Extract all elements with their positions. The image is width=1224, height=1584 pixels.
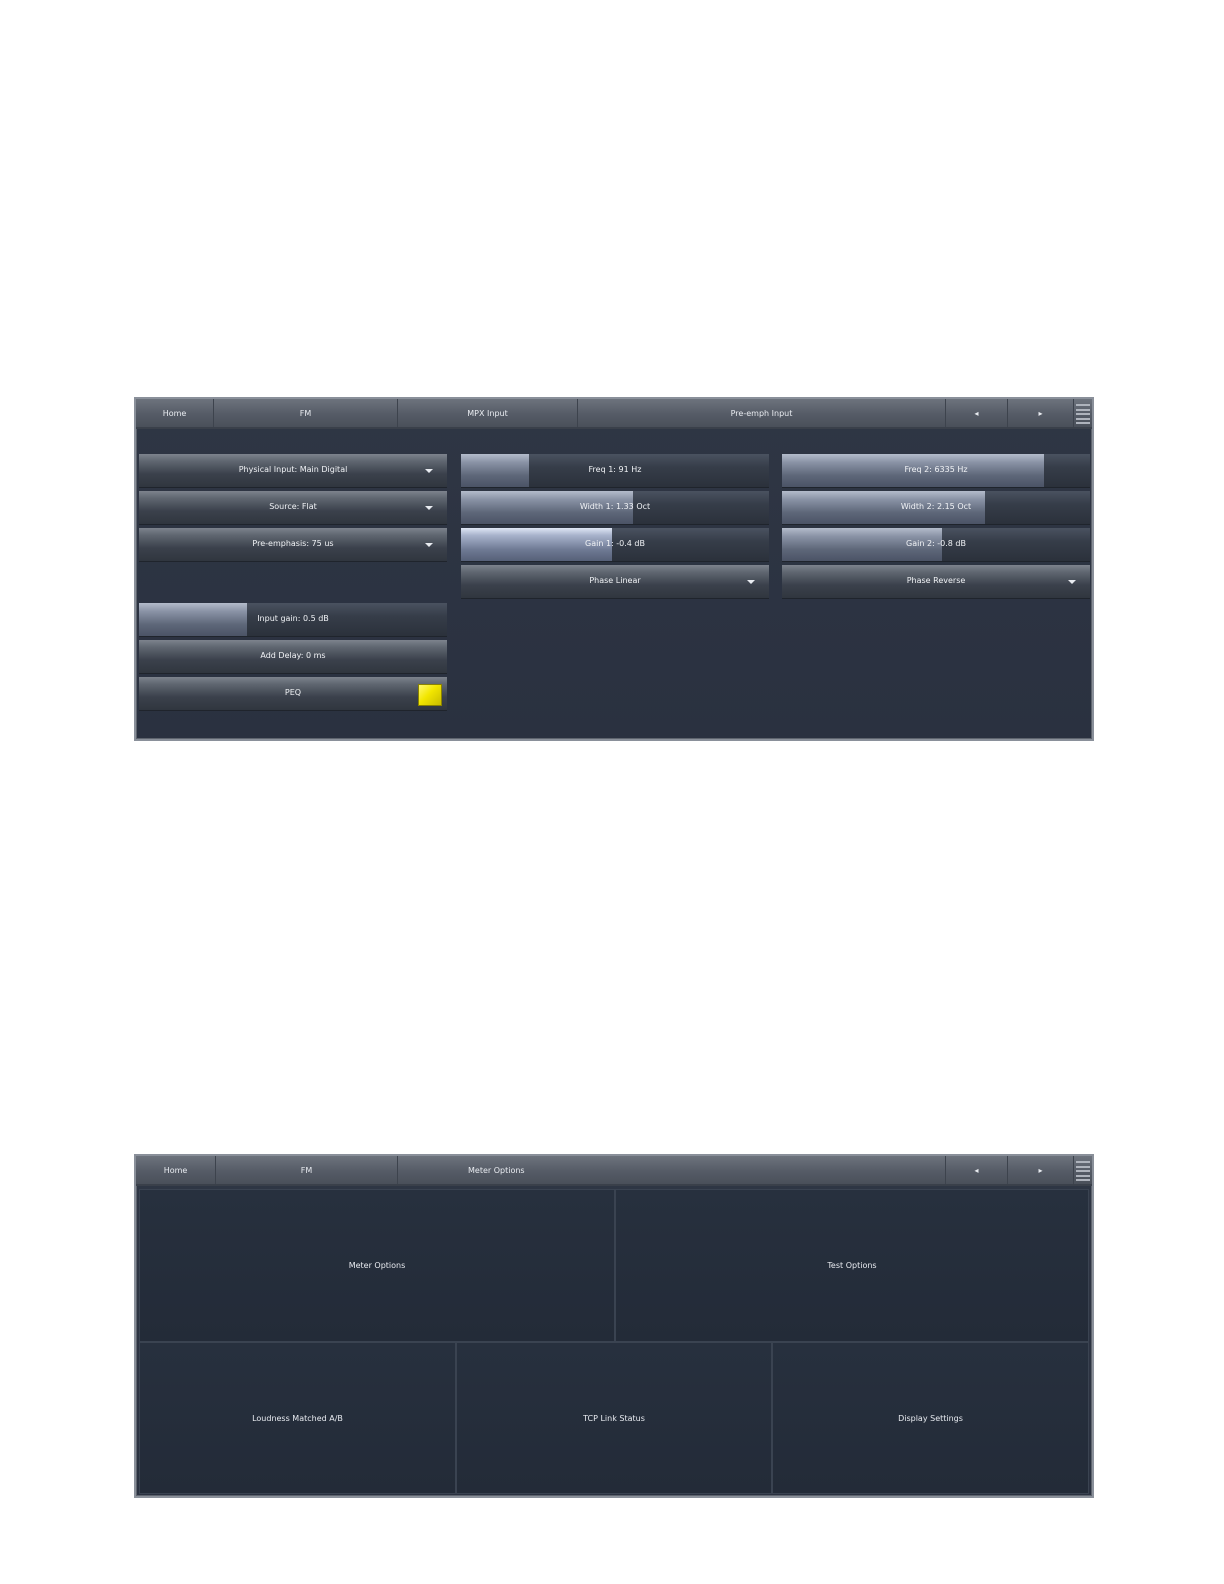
nav-fm-label: FM: [300, 1165, 313, 1175]
chevron-down-icon: [425, 543, 433, 547]
source-label: Source: Flat: [269, 502, 317, 511]
nav-home-tab[interactable]: Home: [136, 1156, 216, 1184]
add-delay-control[interactable]: Add Delay: 0 ms: [139, 640, 447, 674]
freq2-label: Freq 2: 6335 Hz: [904, 465, 968, 474]
tcp-link-status-tile[interactable]: TCP Link Status: [456, 1342, 772, 1494]
phase1-label: Phase Linear: [589, 576, 641, 585]
meter-options-tile[interactable]: Meter Options: [139, 1189, 615, 1342]
menu-icon[interactable]: [1076, 402, 1090, 426]
nav-meter-options-label: Meter Options: [468, 1165, 525, 1175]
meter-options-label: Meter Options: [348, 1261, 406, 1270]
nav-next-button[interactable]: ▸: [1008, 399, 1074, 427]
gain2-slider[interactable]: Gain 2: -0.8 dB: [782, 528, 1090, 562]
input-gain-label: Input gain: 0.5 dB: [257, 614, 329, 623]
display-settings-tile[interactable]: Display Settings: [772, 1342, 1089, 1494]
nav-home-label: Home: [162, 408, 187, 418]
nav-mpx-input-label: MPX Input: [467, 408, 508, 418]
gain1-slider[interactable]: Gain 1: -0.4 dB: [461, 528, 769, 562]
right-arrow-icon: ▸: [1038, 1165, 1043, 1175]
right-arrow-icon: ▸: [1038, 408, 1043, 418]
nav-home-label: Home: [163, 1165, 188, 1175]
nav-bar: Home FM MPX Input Pre-emph Input ◂ ▸: [136, 399, 1092, 429]
freq1-slider[interactable]: Freq 1: 91 Hz: [461, 454, 769, 488]
freq2-slider[interactable]: Freq 2: 6335 Hz: [782, 454, 1090, 488]
phase2-label: Phase Reverse: [906, 576, 966, 585]
nav-bar: Home FM Meter Options ◂ ▸: [136, 1156, 1092, 1186]
nav-home-tab[interactable]: Home: [136, 399, 214, 427]
chevron-down-icon: [1068, 580, 1076, 584]
left-arrow-icon: ◂: [974, 408, 979, 418]
nav-prev-button[interactable]: ◂: [946, 1156, 1008, 1184]
meter-options-panel: Home FM Meter Options ◂ ▸ Meter Options …: [134, 1154, 1094, 1498]
menu-icon[interactable]: [1076, 1159, 1090, 1183]
source-dropdown[interactable]: Source: Flat: [139, 491, 447, 525]
loudness-matched-label: Loudness Matched A/B: [252, 1413, 343, 1423]
chevron-down-icon: [747, 580, 755, 584]
preemphasis-dropdown[interactable]: Pre-emphasis: 75 us: [139, 528, 447, 562]
peq-label: PEQ: [284, 688, 302, 697]
preemph-input-panel: Home FM MPX Input Pre-emph Input ◂ ▸ Phy…: [134, 397, 1094, 741]
chevron-down-icon: [425, 469, 433, 473]
nav-preemph-input-tab[interactable]: Pre-emph Input: [578, 399, 946, 427]
input-gain-slider[interactable]: Input gain: 0.5 dB: [139, 603, 447, 637]
loudness-matched-tile[interactable]: Loudness Matched A/B: [139, 1342, 456, 1494]
nav-prev-button[interactable]: ◂: [946, 399, 1008, 427]
nav-fm-tab[interactable]: FM: [214, 399, 398, 427]
width2-slider[interactable]: Width 2: 2.15 Oct: [782, 491, 1090, 525]
width1-slider[interactable]: Width 1: 1.33 Oct: [461, 491, 769, 525]
gain2-label: Gain 2: -0.8 dB: [906, 539, 966, 548]
nav-fm-label: FM: [299, 408, 312, 418]
nav-meter-options-tab[interactable]: Meter Options: [398, 1156, 946, 1184]
freq1-label: Freq 1: 91 Hz: [588, 465, 642, 474]
preemphasis-label: Pre-emphasis: 75 us: [252, 539, 334, 548]
tcp-link-status-label: TCP Link Status: [583, 1413, 645, 1423]
add-delay-label: Add Delay: 0 ms: [260, 651, 326, 660]
nav-mpx-input-tab[interactable]: MPX Input: [398, 399, 578, 427]
left-arrow-icon: ◂: [974, 1165, 979, 1175]
physical-input-label: Physical Input: Main Digital: [238, 465, 348, 474]
width2-label: Width 2: 2.15 Oct: [900, 502, 972, 511]
nav-preemph-input-label: Pre-emph Input: [730, 408, 793, 418]
test-options-label: Test Options: [827, 1261, 877, 1270]
width1-label: Width 1: 1.33 Oct: [579, 502, 651, 511]
phase1-dropdown[interactable]: Phase Linear: [461, 565, 769, 599]
nav-next-button[interactable]: ▸: [1008, 1156, 1074, 1184]
peq-control[interactable]: PEQ: [139, 677, 447, 711]
menu-grid: Meter Options Test Options Loudness Matc…: [139, 1189, 1089, 1494]
phase2-dropdown[interactable]: Phase Reverse: [782, 565, 1090, 599]
chevron-down-icon: [425, 506, 433, 510]
gain1-label: Gain 1: -0.4 dB: [585, 539, 645, 548]
display-settings-label: Display Settings: [898, 1413, 963, 1423]
physical-input-dropdown[interactable]: Physical Input: Main Digital: [139, 454, 447, 488]
test-options-tile[interactable]: Test Options: [615, 1189, 1089, 1342]
peq-enable-toggle[interactable]: [418, 684, 442, 706]
nav-fm-tab[interactable]: FM: [216, 1156, 398, 1184]
